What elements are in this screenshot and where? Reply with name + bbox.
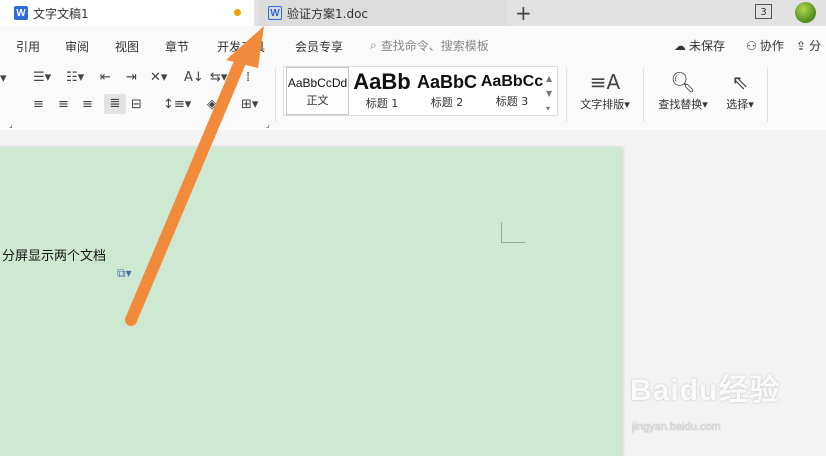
share-button[interactable]: ⇪ 分 bbox=[796, 37, 821, 54]
margin-corner-mark bbox=[501, 222, 525, 243]
ribbon-toolbar: ▾ ☰▾ ☷▾ ⇤ ⇥ ✕▾ A↓ ⇆▾ ⁞ ≡ ≡ ≡ ≣ ⊟ ↕≡▾ ◈▾ … bbox=[0, 64, 826, 131]
unsaved-button[interactable]: ☁ 未保存 bbox=[674, 37, 725, 54]
tab-document-2[interactable]: W 验证方案1.doc bbox=[258, 0, 506, 26]
search-placeholder: 查找命令、搜索模板 bbox=[380, 39, 489, 53]
align-center-icon[interactable]: ≡ bbox=[58, 98, 69, 112]
text-layout-label: 文字排版 bbox=[580, 98, 625, 111]
style-normal[interactable]: AaBbCcDd 正文 bbox=[286, 67, 349, 115]
divider bbox=[767, 68, 768, 122]
text-layout-button[interactable]: ≡A 文字排版▾ bbox=[575, 68, 635, 112]
style-preview: AaBbC bbox=[416, 72, 477, 92]
shading-icon[interactable]: ◈▾ bbox=[207, 98, 224, 112]
text-direction-icon[interactable]: ⇆▾ bbox=[210, 71, 227, 85]
text-layout-icon: ≡A bbox=[589, 70, 621, 94]
numbered-list-icon[interactable]: ☷▾ bbox=[66, 71, 84, 85]
avatar[interactable] bbox=[795, 2, 816, 23]
window-count-button[interactable]: 3 bbox=[755, 4, 772, 19]
ribbon-edge-icon: ▾ bbox=[0, 71, 7, 86]
show-marks-icon[interactable]: ⁞ bbox=[246, 71, 250, 85]
align-left-icon[interactable]: ≡ bbox=[33, 98, 44, 112]
share-icon: ⇪ bbox=[796, 38, 807, 53]
divider bbox=[643, 68, 644, 122]
chevron-down-icon: ▾ bbox=[624, 98, 630, 111]
style-preview: AaBbCcDd bbox=[287, 76, 348, 90]
decrease-indent-icon[interactable]: ⇤ bbox=[100, 71, 111, 85]
document-text[interactable]: 分屏显示两个文档 bbox=[2, 245, 106, 264]
select-button[interactable]: ⇖ 选择▾ bbox=[720, 68, 760, 112]
menu-developer[interactable]: 开发工具 bbox=[217, 38, 265, 55]
collab-icon: ⚇ bbox=[746, 38, 757, 53]
menu-bar: 引用 审阅 视图 章节 开发工具 会员专享 ⌕ 查找命令、搜索模板 ☁ 未保存 … bbox=[0, 26, 826, 64]
divider bbox=[275, 68, 276, 122]
unsaved-dot-icon bbox=[234, 9, 241, 16]
chevron-down-icon: ▾ bbox=[702, 98, 708, 111]
bullet-list-icon[interactable]: ☰▾ bbox=[33, 71, 51, 85]
tab-label: 文字文稿1 bbox=[33, 6, 89, 21]
tab-bar: W 文字文稿1 W 验证方案1.doc + 3 bbox=[0, 0, 826, 26]
magnifier-icon: 🔍︎ bbox=[670, 70, 696, 94]
command-search[interactable]: ⌕ 查找命令、搜索模板 bbox=[370, 37, 489, 54]
style-gallery: AaBbCcDd 正文 AaBb 标题 1 AaBbC 标题 2 AaBbCc … bbox=[283, 66, 558, 116]
justify-icon[interactable]: ≣ bbox=[104, 94, 126, 114]
chevron-down-icon: ▾ bbox=[748, 98, 754, 111]
cursor-arrow-icon: ⇖ bbox=[731, 70, 749, 94]
find-replace-label: 查找替换 bbox=[658, 98, 703, 111]
unsaved-label: 未保存 bbox=[689, 39, 726, 53]
menu-section[interactable]: 章节 bbox=[165, 38, 189, 55]
border-icon[interactable]: ⊞▾ bbox=[241, 98, 258, 112]
increase-indent-icon[interactable]: ⇥ bbox=[126, 71, 137, 85]
sort-icon[interactable]: A↓ bbox=[184, 71, 204, 85]
paste-options-icon[interactable]: ⧉▾ bbox=[117, 266, 132, 281]
share-label: 分 bbox=[809, 39, 822, 53]
style-heading-3[interactable]: AaBbCc 标题 3 bbox=[480, 67, 544, 115]
style-preview: AaBb bbox=[353, 69, 411, 94]
align-right-icon[interactable]: ≡ bbox=[82, 98, 93, 112]
style-name: 标题 3 bbox=[495, 95, 529, 108]
style-heading-2[interactable]: AaBbC 标题 2 bbox=[415, 67, 479, 115]
style-heading-1[interactable]: AaBb 标题 1 bbox=[350, 67, 414, 115]
wps-writer-icon: W bbox=[14, 6, 28, 20]
divider bbox=[566, 68, 567, 122]
cloud-icon: ☁ bbox=[674, 38, 686, 53]
find-replace-button[interactable]: 🔍︎ 查找替换▾ bbox=[652, 68, 714, 112]
tab-document-1[interactable]: W 文字文稿1 bbox=[0, 0, 254, 26]
wps-writer-icon: W bbox=[268, 6, 282, 20]
menu-member[interactable]: 会员专享 bbox=[295, 38, 343, 55]
style-name: 标题 1 bbox=[365, 97, 399, 110]
style-name: 正文 bbox=[306, 94, 329, 107]
document-page[interactable] bbox=[0, 147, 622, 456]
tab-label: 验证方案1.doc bbox=[287, 6, 369, 21]
distributed-align-icon[interactable]: ⊟ bbox=[131, 98, 142, 112]
watermark-url: jingyan.baidu.com bbox=[632, 421, 721, 433]
menu-view[interactable]: 视图 bbox=[115, 38, 139, 55]
chinese-layout-icon[interactable]: ✕▾ bbox=[150, 71, 167, 85]
new-tab-button[interactable]: + bbox=[515, 1, 532, 25]
select-label: 选择 bbox=[726, 98, 749, 111]
search-icon: ⌕ bbox=[370, 38, 377, 52]
expand-icon[interactable]: ▾ bbox=[546, 101, 552, 116]
line-spacing-icon[interactable]: ↕≡▾ bbox=[163, 98, 191, 112]
menu-references[interactable]: 引用 bbox=[16, 38, 40, 55]
style-preview: AaBbCc bbox=[480, 73, 544, 90]
baidu-watermark: Baidu经验 jingyan.baidu.com bbox=[630, 365, 781, 433]
chevron-up-icon[interactable]: ▲ bbox=[546, 71, 552, 86]
watermark-brand: Baidu经验 bbox=[630, 374, 781, 407]
chevron-down-icon[interactable]: ▼ bbox=[546, 86, 552, 101]
style-gallery-scroll[interactable]: ▲ ▼ ▾ bbox=[546, 71, 552, 116]
style-name: 标题 2 bbox=[430, 96, 464, 109]
collab-label: 协作 bbox=[759, 39, 784, 53]
collab-button[interactable]: ⚇ 协作 bbox=[746, 37, 784, 54]
menu-review[interactable]: 审阅 bbox=[65, 38, 89, 55]
